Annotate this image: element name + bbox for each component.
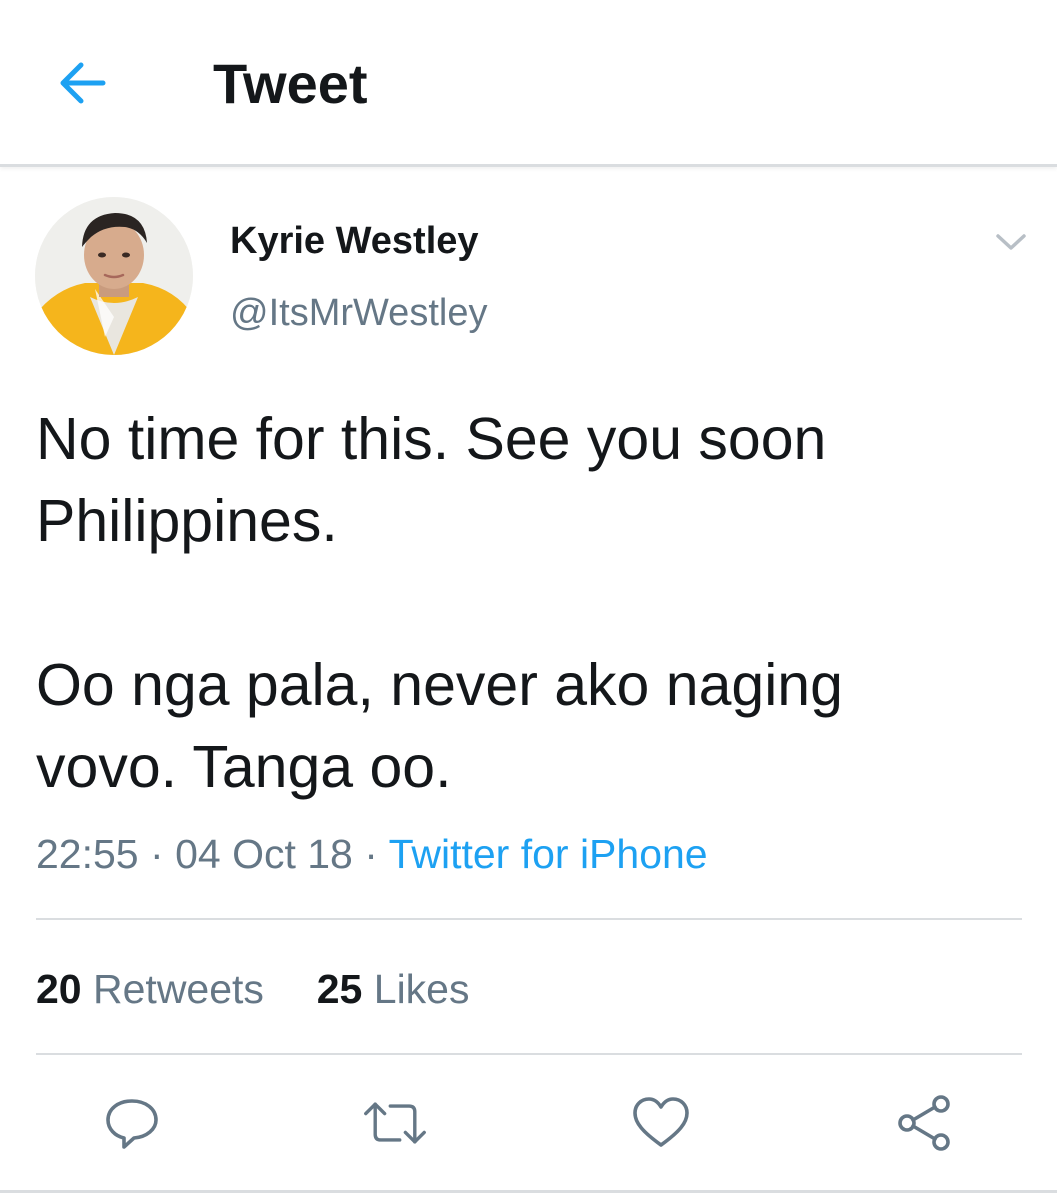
share-icon bbox=[898, 1095, 950, 1151]
author-handle[interactable]: @ItsMrWestley bbox=[230, 290, 487, 336]
tweet-stats: 20 Retweets 25 Likes bbox=[36, 965, 469, 1013]
reply-button[interactable] bbox=[99, 1090, 165, 1156]
heart-icon bbox=[633, 1097, 689, 1147]
page-title: Tweet bbox=[213, 52, 368, 115]
like-count: 25 bbox=[316, 966, 363, 1012]
tweet-date: 04 Oct 18 bbox=[175, 831, 353, 877]
retweet-count: 20 bbox=[36, 966, 82, 1012]
tweet-text: No time for this. See you soon Philippin… bbox=[36, 406, 843, 800]
tweet-source-link[interactable]: Twitter for iPhone bbox=[389, 831, 708, 877]
retweets-stat[interactable]: 20 Retweets bbox=[36, 966, 264, 1012]
like-label: Likes bbox=[373, 966, 470, 1012]
meta-separator: · bbox=[364, 831, 378, 877]
top-bar: Tweet bbox=[0, 0, 1057, 167]
meta-separator: · bbox=[150, 831, 164, 877]
author-name[interactable]: Kyrie Westley bbox=[230, 218, 479, 264]
arrow-left-icon bbox=[60, 62, 106, 104]
share-button[interactable] bbox=[892, 1090, 958, 1156]
reply-icon bbox=[106, 1099, 158, 1149]
retweet-label: Retweets bbox=[93, 966, 264, 1012]
likes-stat[interactable]: 25 Likes bbox=[317, 966, 470, 1012]
divider bbox=[36, 1053, 1022, 1055]
chevron-down-icon bbox=[996, 234, 1026, 250]
back-button[interactable] bbox=[48, 52, 114, 114]
avatar[interactable] bbox=[35, 197, 193, 355]
bottom-divider bbox=[0, 1190, 1057, 1193]
retweet-button[interactable] bbox=[362, 1090, 428, 1156]
tweet-menu-button[interactable] bbox=[985, 222, 1037, 262]
retweet-icon bbox=[364, 1102, 426, 1144]
like-button[interactable] bbox=[628, 1090, 694, 1156]
divider bbox=[36, 918, 1022, 920]
tweet-meta: 22:55 · 04 Oct 18 · Twitter for iPhone bbox=[36, 830, 708, 878]
tweet-time: 22:55 bbox=[36, 831, 139, 877]
avatar-photo bbox=[35, 197, 193, 355]
